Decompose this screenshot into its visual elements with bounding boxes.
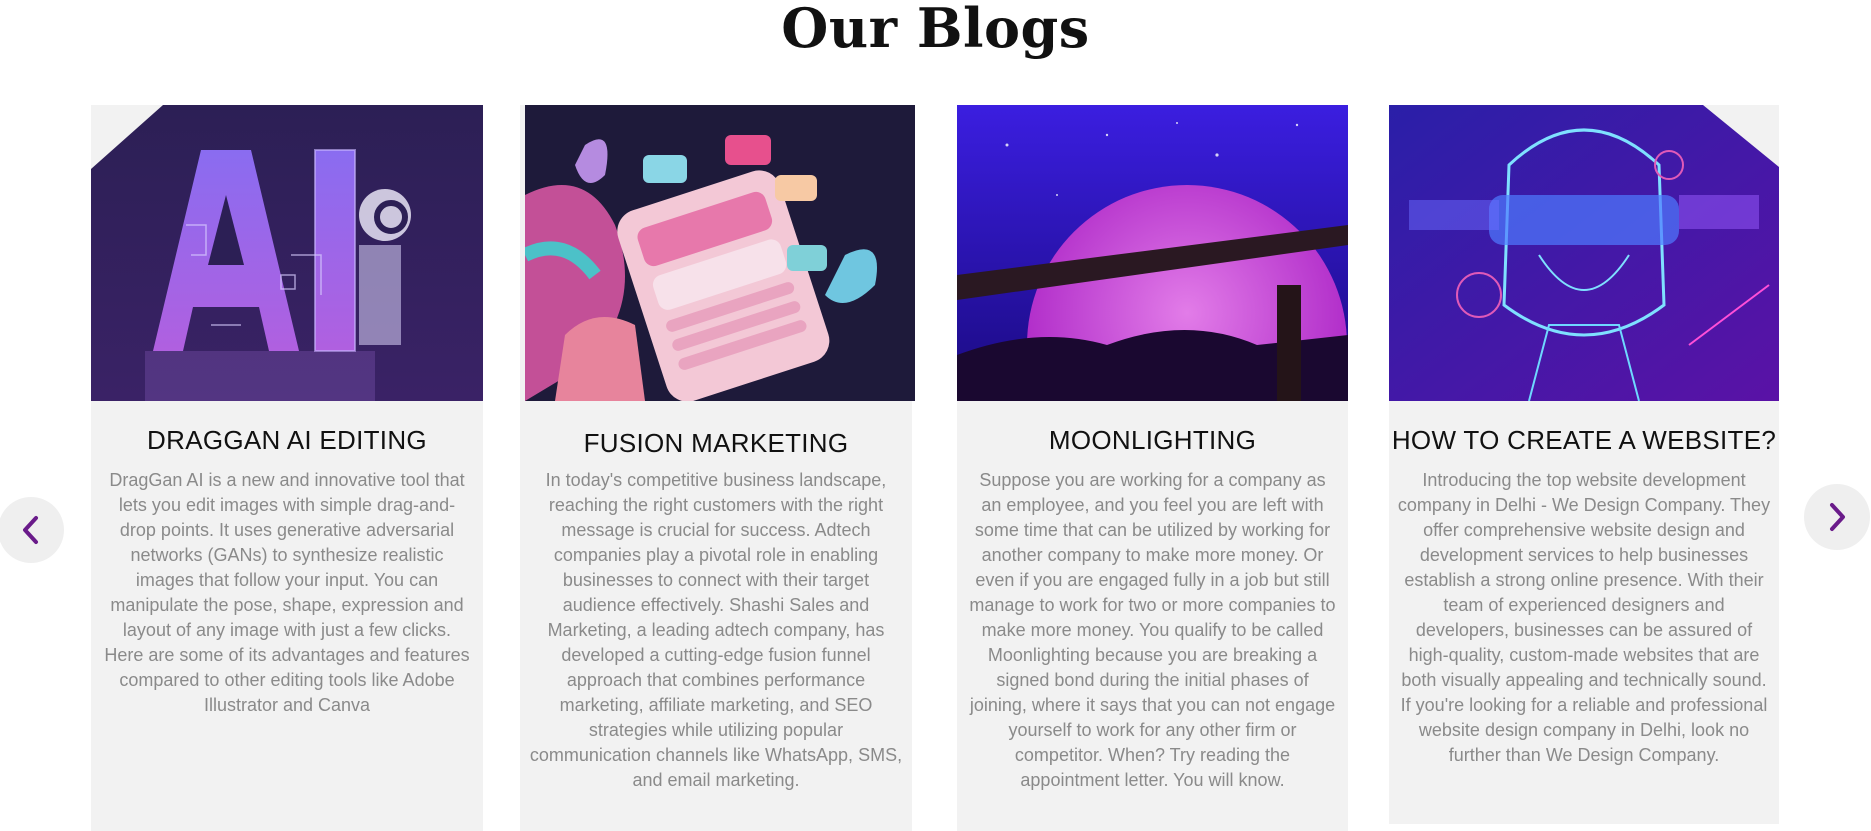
blog-card-fusion-marketing[interactable]: FUSION MARKETING In today's competitive … bbox=[520, 105, 915, 831]
phone-chat-illustration bbox=[525, 105, 915, 401]
blog-card-excerpt: Introducing the top website development … bbox=[1397, 470, 1771, 765]
vr-face-illustration bbox=[1389, 105, 1779, 401]
blog-card-draggan[interactable]: DRAGGAN AI EDITING DragGan AI is a new a… bbox=[91, 105, 483, 831]
page-title: Our Blogs bbox=[781, 0, 1090, 60]
blog-card-title[interactable]: FUSION MARKETING bbox=[520, 428, 912, 459]
blog-card-image[interactable] bbox=[957, 105, 1348, 401]
blog-card-image[interactable] bbox=[1389, 105, 1779, 401]
carousel-next-button[interactable] bbox=[1804, 484, 1870, 550]
blog-card-title[interactable]: DRAGGAN AI EDITING bbox=[91, 425, 483, 456]
carousel-prev-button[interactable] bbox=[0, 497, 64, 563]
blog-card-image[interactable] bbox=[525, 105, 915, 401]
chevron-right-icon bbox=[1830, 503, 1845, 531]
blog-card-excerpt: Suppose you are working for a company as… bbox=[969, 470, 1336, 790]
blog-card-create-website[interactable]: HOW TO CREATE A WEBSITE? Introducing the… bbox=[1389, 105, 1779, 824]
blog-card-image[interactable] bbox=[91, 105, 483, 401]
ai-illustration bbox=[91, 105, 483, 401]
chevron-left-icon bbox=[23, 516, 38, 544]
blog-card-title[interactable]: MOONLIGHTING bbox=[957, 425, 1348, 456]
blog-card-excerpt: DragGan AI is a new and innovative tool … bbox=[104, 470, 470, 715]
blog-card-title[interactable]: HOW TO CREATE A WEBSITE? bbox=[1389, 425, 1779, 456]
moon-illustration bbox=[957, 105, 1348, 401]
blog-card-moonlighting[interactable]: MOONLIGHTING Suppose you are working for… bbox=[957, 105, 1348, 831]
blog-card-excerpt: In today's competitive business landscap… bbox=[529, 470, 903, 790]
